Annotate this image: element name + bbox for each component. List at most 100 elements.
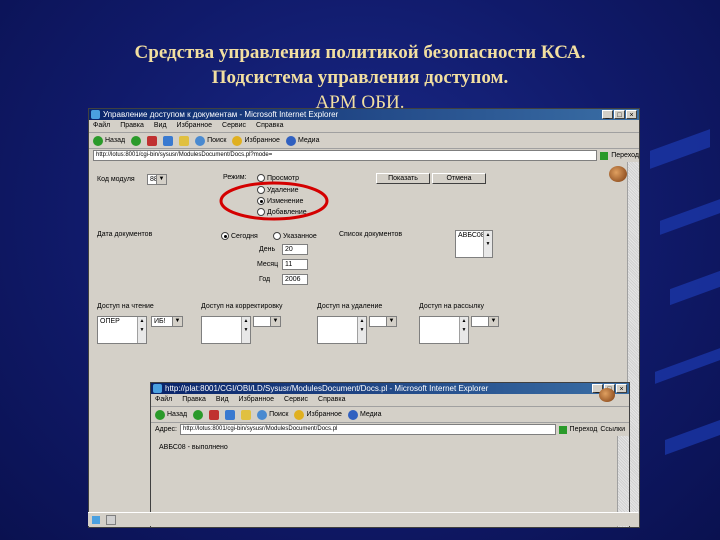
menu-favorites[interactable]: Избранное <box>239 394 274 406</box>
maximize-button[interactable]: □ <box>614 110 625 119</box>
access-edit-list[interactable]: ▲ ▼ <box>201 316 251 344</box>
stop-icon <box>209 409 220 420</box>
chevron-down-icon: ▼ <box>172 317 182 326</box>
title-line-2: Подсистема управления доступом. <box>211 67 509 88</box>
date-custom-label: Указанное <box>283 232 317 240</box>
highlight-ellipse <box>219 181 329 221</box>
cancel-button[interactable]: Отмена <box>432 173 486 184</box>
menu-help[interactable]: Справка <box>318 394 345 406</box>
close-button[interactable]: × <box>616 384 627 393</box>
minimize-button[interactable]: _ <box>602 110 613 119</box>
back-label: Назад <box>105 137 126 144</box>
favorites-button[interactable]: Избранное <box>232 133 280 148</box>
window-title: Управление доступом к документам - Micro… <box>103 110 339 119</box>
back-button[interactable]: Назад <box>155 407 187 422</box>
access-read-select[interactable]: ИБ! ▼ <box>151 316 183 327</box>
links-label[interactable]: Ссылки <box>600 423 629 436</box>
doclist-list[interactable]: АВБС08 ▲ ▼ <box>455 230 493 258</box>
menu-view[interactable]: Вид <box>216 394 229 406</box>
doclist-item[interactable]: АВБС08 <box>458 232 485 239</box>
title-line-1: Средства управления политикой безопаснос… <box>134 42 586 63</box>
menu-edit[interactable]: Правка <box>120 120 144 132</box>
refresh-button[interactable] <box>225 409 236 420</box>
home-button[interactable] <box>241 409 252 420</box>
chevron-down-icon: ▼ <box>156 175 166 184</box>
home-icon <box>179 135 190 146</box>
back-button[interactable]: Назад <box>93 133 125 148</box>
menu-favorites[interactable]: Избранное <box>177 120 212 132</box>
access-send-select[interactable]: ▼ <box>471 316 499 327</box>
popup-window-title: http://plat:8001/CGI/OBI/LD/Sysusr/Modul… <box>165 384 489 393</box>
address-label: Адрес: <box>155 426 177 433</box>
year-field[interactable]: 2006 <box>282 274 308 285</box>
scrollbar[interactable]: ▲ ▼ <box>137 317 146 343</box>
access-read-select-value: ИБ! <box>154 318 166 325</box>
show-button[interactable]: Показать <box>376 173 430 184</box>
go-icon[interactable] <box>600 151 609 160</box>
access-delete-label: Доступ на удаление <box>317 303 383 310</box>
result-message: АВБС08 - выполнено <box>159 444 228 451</box>
menu-file[interactable]: Файл <box>93 120 110 132</box>
access-delete-select[interactable]: ▼ <box>369 316 397 327</box>
search-button[interactable]: Поиск <box>257 407 288 422</box>
scrollbar[interactable]: ▲ ▼ <box>241 317 250 343</box>
radio-icon <box>273 232 281 240</box>
forward-button[interactable] <box>131 135 142 146</box>
module-select[interactable]: 88 ▼ <box>147 174 167 185</box>
month-field[interactable]: 11 <box>282 259 308 270</box>
stop-button[interactable] <box>209 409 220 420</box>
go-label[interactable]: Переход <box>611 149 639 162</box>
refresh-button[interactable] <box>163 135 174 146</box>
day-label: День <box>259 246 276 253</box>
favorites-label: Избранное <box>306 411 342 418</box>
favorites-button[interactable]: Избранное <box>294 407 342 422</box>
media-label: Медиа <box>359 411 382 418</box>
page-icon <box>92 515 100 524</box>
home-icon <box>241 409 252 420</box>
menu-view[interactable]: Вид <box>154 120 167 132</box>
search-icon <box>257 409 268 420</box>
refresh-icon <box>225 409 236 420</box>
go-label[interactable]: Переход <box>570 423 598 436</box>
access-edit-label: Доступ на корректировку <box>201 303 283 310</box>
scrollbar[interactable]: ▲ ▼ <box>483 231 492 257</box>
logo-icon <box>609 166 627 182</box>
logo-icon <box>599 388 615 402</box>
menu-tools[interactable]: Сервис <box>222 120 246 132</box>
access-read-list[interactable]: ОПЕР ▲ ▼ <box>97 316 147 344</box>
media-button[interactable]: Медиа <box>347 407 382 422</box>
day-field[interactable]: 20 <box>282 244 308 255</box>
menu-help[interactable]: Справка <box>256 120 283 132</box>
date-label: Дата документов <box>97 231 153 238</box>
stop-button[interactable] <box>147 135 158 146</box>
module-label: Код модуля <box>97 176 135 183</box>
scrollbar[interactable]: ▲ ▼ <box>459 317 468 343</box>
close-button[interactable]: × <box>626 110 637 119</box>
popup-toolbar: Назад Поиск Избранное Медиа <box>151 407 629 423</box>
media-button[interactable]: Медиа <box>285 133 320 148</box>
forward-arrow-icon <box>131 135 142 146</box>
access-edit-select[interactable]: ▼ <box>253 316 281 327</box>
access-read-item[interactable]: ОПЕР <box>100 318 120 325</box>
menu-edit[interactable]: Правка <box>182 394 206 406</box>
popup-address-bar: Адрес: http://lotus:8001/cgi-bin/sysusr/… <box>151 423 629 436</box>
menu-file[interactable]: Файл <box>155 394 172 406</box>
date-today-radio[interactable]: Сегодня <box>221 232 258 240</box>
date-custom-radio[interactable]: Указанное <box>273 232 317 240</box>
decorative-stripes <box>630 110 720 530</box>
go-icon[interactable] <box>558 425 567 434</box>
popup-address-input[interactable]: http://lotus:8001/cgi-bin/sysusr/Modules… <box>179 424 556 435</box>
menu-tools[interactable]: Сервис <box>284 394 308 406</box>
toolbar: Назад Поиск Избранное Медиа <box>89 133 639 149</box>
popup-menu-bar: Файл Правка Вид Избранное Сервис Справка <box>151 394 629 407</box>
home-button[interactable] <box>179 135 190 146</box>
access-send-list[interactable]: ▲ ▼ <box>419 316 469 344</box>
star-icon <box>232 135 243 146</box>
search-button[interactable]: Поиск <box>195 133 226 148</box>
media-label: Медиа <box>297 137 320 144</box>
forward-button[interactable] <box>193 409 204 420</box>
main-title-bar: Управление доступом к документам - Micro… <box>89 109 639 120</box>
scrollbar[interactable]: ▲ ▼ <box>357 317 366 343</box>
address-input[interactable]: http://lotus:8001/cgi-bin/sysusr/Modules… <box>93 150 598 161</box>
access-delete-list[interactable]: ▲ ▼ <box>317 316 367 344</box>
